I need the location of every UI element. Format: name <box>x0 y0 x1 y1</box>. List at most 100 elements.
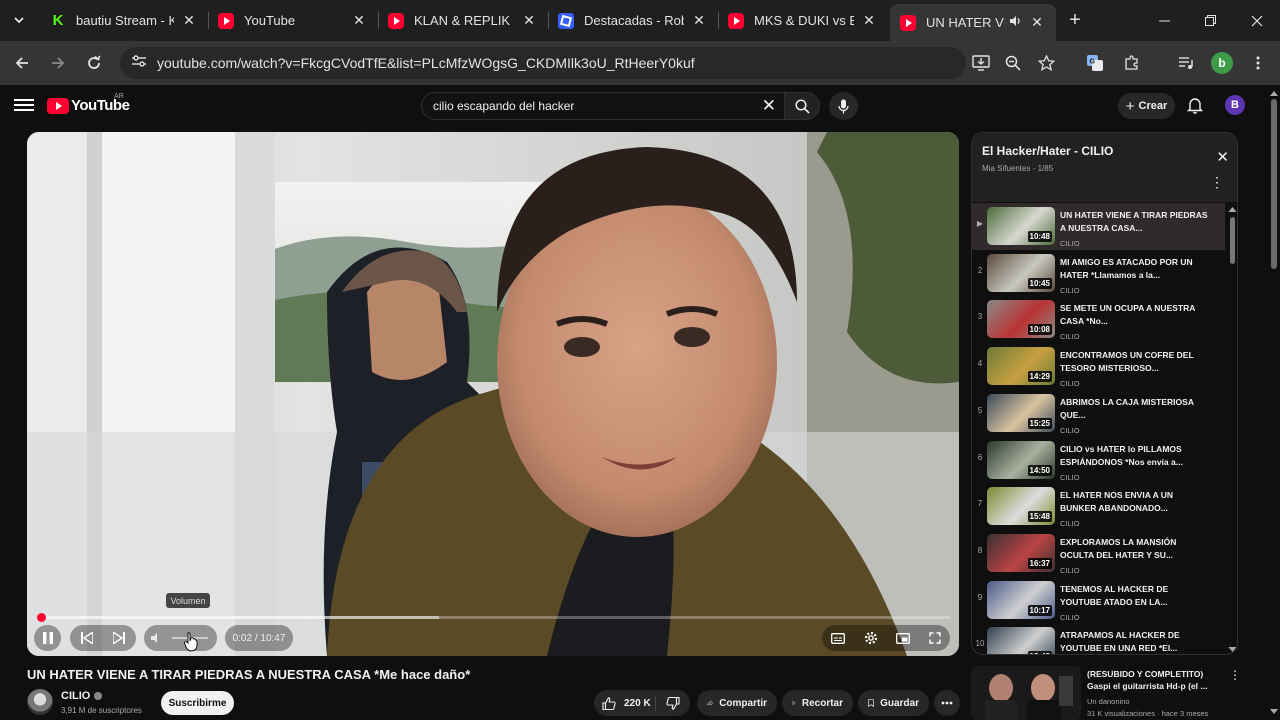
close-playlist-icon[interactable]: ✕ <box>1216 148 1229 166</box>
close-tab-icon[interactable]: ✕ <box>520 12 538 30</box>
play-pause-button[interactable] <box>34 625 61 651</box>
voice-search-button[interactable] <box>829 92 858 120</box>
playlist-thumbnail[interactable]: 15:48 <box>987 487 1055 526</box>
playlist-item-title[interactable]: TENEMOS AL HACKER DE YOUTUBE ATADO EN LA… <box>1060 583 1210 609</box>
dislike-button[interactable] <box>656 696 690 710</box>
playlist-thumbnail[interactable]: 10:45 <box>987 253 1055 292</box>
previous-button[interactable] <box>81 632 93 644</box>
address-bar[interactable]: youtube.com/watch?v=FkcgCVodTfE&list=PLc… <box>120 47 966 79</box>
page-scrollbar[interactable] <box>1268 85 1280 720</box>
site-settings-icon[interactable] <box>130 54 148 72</box>
playlist-thumbnail[interactable]: 14:29 <box>987 347 1055 386</box>
playlist-item[interactable]: 8 16:37 EXPLORAMOS LA MANSIÓN OCULTA DEL H… <box>972 530 1225 577</box>
scrubber-handle[interactable] <box>36 613 46 622</box>
progress-bar[interactable] <box>36 613 950 622</box>
playlist-item[interactable]: 2 10:45 MI AMIGO ES ATACADO POR UN HATER *… <box>972 250 1225 297</box>
miniplayer-button[interactable] <box>896 632 911 644</box>
fullscreen-button[interactable] <box>929 632 941 644</box>
browser-profile-avatar[interactable]: b <box>1211 52 1233 74</box>
subtitles-button[interactable] <box>831 632 846 644</box>
playlist-item[interactable]: 5 15:25 ABRIMOS LA CAJA MISTERIOSA QUE... C… <box>972 390 1225 437</box>
close-window-button[interactable] <box>1234 0 1280 41</box>
volume-control[interactable] <box>144 625 217 651</box>
playlist-item-title[interactable]: ABRIMOS LA CAJA MISTERIOSA QUE... <box>1060 396 1210 422</box>
account-avatar[interactable]: B <box>1225 95 1245 115</box>
settings-button[interactable] <box>864 631 878 645</box>
video-player[interactable]: 0:02 / 10:47 <box>27 132 959 656</box>
close-tab-icon[interactable]: ✕ <box>860 12 878 30</box>
create-button[interactable]: + Crear <box>1118 93 1175 119</box>
playlist-item[interactable]: 10 13:48 ATRAPAMOS AL HACKER DE YOUTUBE EN… <box>972 623 1225 654</box>
clear-search-icon[interactable]: ✕ <box>762 96 776 116</box>
playlist-item[interactable]: 6 14:50 CILIO vs HATER lo PILLAMOS ESPIÁND… <box>972 437 1225 484</box>
notifications-button[interactable] <box>1186 96 1206 116</box>
playlist-thumbnail[interactable]: 10:08 <box>987 300 1055 339</box>
playlist-thumbnail[interactable]: 16:37 <box>987 533 1055 572</box>
subscribe-button[interactable]: Suscribirme <box>161 691 234 715</box>
playlist-item-title[interactable]: EL HATER NOS ENVIA A UN BUNKER ABANDONAD… <box>1060 489 1210 515</box>
channel-avatar[interactable] <box>27 689 53 715</box>
channel-name[interactable]: CILIO <box>61 690 103 702</box>
recommended-menu-icon[interactable]: ⋮ <box>1229 668 1241 682</box>
save-button[interactable]: Guardar <box>858 690 929 716</box>
playlist-item-title[interactable]: MI AMIGO ES ATACADO POR UN HATER *Llamam… <box>1060 256 1210 282</box>
minimize-button[interactable] <box>1141 0 1187 41</box>
next-button[interactable] <box>113 632 125 644</box>
back-button[interactable] <box>8 49 36 77</box>
install-app-button[interactable] <box>968 50 994 76</box>
like-button[interactable]: 220 K <box>594 695 656 711</box>
playlist-scrollbar[interactable] <box>1227 203 1238 654</box>
page-scroll-up-icon[interactable] <box>1268 89 1280 97</box>
tab-mks-duki[interactable]: MKS & DUKI vs BE ✕ <box>718 4 888 37</box>
playlist-item-title[interactable]: SE METE UN OCUPA A NUESTRA CASA *No... <box>1060 302 1210 328</box>
recommended-thumbnail[interactable] <box>971 666 1081 720</box>
tab-active-video[interactable]: UN HATER VIENE ✕ <box>890 4 1056 41</box>
recommended-title[interactable]: (RESUBIDO Y COMPLETITO) Gaspi el guitarr… <box>1087 668 1222 692</box>
playlist-menu-icon[interactable]: ⋮ <box>1210 175 1224 189</box>
playlist-item[interactable]: 4 14:29 ENCONTRAMOS UN COFRE DEL TESORO MI… <box>972 343 1225 390</box>
forward-button[interactable] <box>44 49 72 77</box>
tab-klan-replik[interactable]: KLAN & REPLIK vs ✕ <box>378 4 548 37</box>
maximize-button[interactable] <box>1187 0 1233 41</box>
extensions-button[interactable] <box>1119 50 1145 76</box>
playlist-thumbnail[interactable]: 10:17 <box>987 580 1055 619</box>
page-scroll-thumb[interactable] <box>1271 99 1277 269</box>
search-button[interactable] <box>784 92 820 120</box>
share-button[interactable]: Compartir <box>697 690 777 716</box>
playlist-thumbnail[interactable]: 13:48 <box>987 627 1055 654</box>
playlist-item[interactable]: ▶ 10:48 UN HATER VIENE A TIRAR PIEDRAS A N… <box>972 203 1225 250</box>
hamburger-menu-icon[interactable] <box>14 96 34 116</box>
more-actions-button[interactable] <box>934 690 960 716</box>
playlist-item[interactable]: 7 15:48 EL HATER NOS ENVIA A UN BUNKER ABA… <box>972 483 1225 530</box>
close-tab-icon[interactable]: ✕ <box>690 12 708 30</box>
page-scroll-down-icon[interactable] <box>1268 708 1280 716</box>
close-tab-icon[interactable]: ✕ <box>1028 14 1046 32</box>
playlist-item-title[interactable]: UN HATER VIENE A TIRAR PIEDRAS A NUESTRA… <box>1060 209 1210 235</box>
scroll-down-icon[interactable] <box>1227 646 1238 654</box>
tab-search-button[interactable] <box>6 8 32 32</box>
playlist-thumbnail[interactable]: 14:50 <box>987 440 1055 479</box>
playlist-item[interactable]: 3 10:08 SE METE UN OCUPA A NUESTRA CASA *N… <box>972 296 1225 343</box>
recommended-video[interactable]: (RESUBIDO Y COMPLETITO) Gaspi el guitarr… <box>971 666 1246 720</box>
recommended-channel[interactable]: Un danonino <box>1087 697 1130 706</box>
zoom-button[interactable] <box>1000 50 1026 76</box>
playlist-item[interactable]: 9 10:17 TENEMOS AL HACKER DE YOUTUBE ATADO… <box>972 577 1225 624</box>
close-tab-icon[interactable]: ✕ <box>180 12 198 30</box>
tab-youtube[interactable]: YouTube ✕ <box>208 4 378 37</box>
tab-roblox[interactable]: Destacadas - Roblox ✕ <box>548 4 718 37</box>
search-input[interactable]: cilio escapando del hacker ✕ <box>421 92 784 120</box>
playlist-thumbnail[interactable]: 10:48 <box>987 207 1055 245</box>
playlist-item-title[interactable]: EXPLORAMOS LA MANSIÓN OCULTA DEL HATER Y… <box>1060 536 1210 562</box>
playlist-item-title[interactable]: CILIO vs HATER lo PILLAMOS ESPIÁNDONOS *… <box>1060 443 1210 469</box>
browser-menu-button[interactable] <box>1245 50 1271 76</box>
playlist-item-title[interactable]: ATRAPAMOS AL HACKER DE YOUTUBE EN UNA RE… <box>1060 629 1210 654</box>
bookmark-button[interactable] <box>1033 50 1059 76</box>
translate-extension-button[interactable]: G <box>1082 50 1108 76</box>
tab-kick[interactable]: K bautiu Stream - Kick ✕ <box>40 4 208 37</box>
speaker-icon[interactable] <box>1009 15 1022 30</box>
playlist-title[interactable]: El Hacker/Hater - CILIO <box>982 144 1113 158</box>
close-tab-icon[interactable]: ✕ <box>350 12 368 30</box>
playlist-thumbnail[interactable]: 15:25 <box>987 393 1055 432</box>
playlist-scroll-thumb[interactable] <box>1230 217 1235 264</box>
playlist-item-title[interactable]: ENCONTRAMOS UN COFRE DEL TESORO MISTERIO… <box>1060 349 1210 375</box>
